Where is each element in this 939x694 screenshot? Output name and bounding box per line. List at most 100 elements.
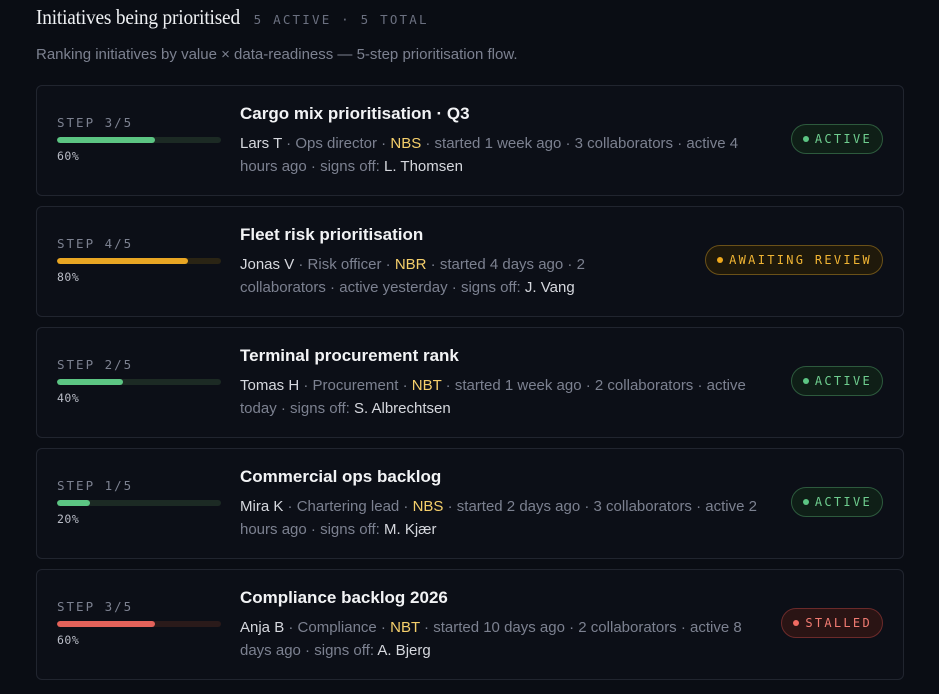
initiative-body: Terminal procurement rank Tomas H · Procu… [240,346,770,420]
owner-name: Lars T [240,135,282,152]
initiative-meta: Lars T · Ops director · NBS · started 1 … [240,135,739,175]
owner-name: Mira K [240,498,284,515]
status-badge: STALLED [781,608,883,638]
signs-off-label: signs off: [320,521,380,538]
step-progress: STEP 2/5 40% [57,357,221,405]
owner-name: Anja B [240,619,285,636]
initiative-meta: Anja B · Compliance · NBT · started 10 d… [240,619,742,659]
progress-track [57,258,221,264]
progress-fill [57,137,156,143]
started-time: started 4 days ago [439,256,564,273]
status-badge-label: ACTIVE [814,132,872,146]
started-time: started 10 days ago [433,619,565,636]
business-unit-code: NBT [390,619,420,636]
status-dot-icon [802,378,809,384]
status-badge-label: STALLED [805,616,872,630]
business-unit-code: NBS [412,498,444,515]
progress-fill [57,258,189,264]
status-badge-label: ACTIVE [814,374,872,388]
step-progress: STEP 1/5 20% [57,478,221,526]
step-progress: STEP 3/5 60% [57,599,221,647]
approver-name: S. Albrechtsen [353,400,451,417]
collaborator-count: 2 collaborators [578,619,677,636]
progress-track [57,500,221,506]
status-badge: AWAITING REVIEW [705,245,883,275]
progress-track [57,379,221,385]
step-progress: STEP 4/5 80% [57,236,221,284]
page-header: Initiatives being prioritised 5 ACTIVE ·… [36,0,903,36]
business-unit-code: NBR [394,256,427,273]
status-dot-icon [802,136,809,142]
status-badge-label: AWAITING REVIEW [729,253,872,267]
step-label: STEP 4/5 [57,236,134,251]
initiative-meta: Mira K · Chartering lead · NBS · started… [240,498,757,538]
business-unit-code: NBT [411,377,442,394]
progress-percent: 60% [57,149,80,163]
owner-name: Jonas V [240,256,295,273]
initiative-name[interactable]: Fleet risk prioritisation [240,225,615,249]
initiative-card[interactable]: STEP 3/5 60% Compliance backlog 2026 Anja B… [36,569,904,680]
progress-fill [57,379,123,385]
initiative-card[interactable]: STEP 1/5 20% Commercial ops backlog Mira K … [36,448,904,559]
approver-name: A. Bjerg [377,642,431,659]
started-time: started 1 week ago [454,377,582,394]
initiative-body: Fleet risk prioritisation Jonas V · Risk … [240,225,615,299]
initiative-name[interactable]: Cargo mix prioritisation · Q3 [240,104,770,128]
initiative-name[interactable]: Terminal procurement rank [240,346,770,370]
owner-role: Risk officer [307,256,382,273]
initiative-card[interactable]: STEP 2/5 40% Terminal procurement rank Toma… [36,327,904,438]
status-dot-icon [802,499,809,505]
initiative-body: Commercial ops backlog Mira K · Charterin… [240,467,770,541]
status-badge: ACTIVE [790,124,883,154]
owner-role: Procurement [312,377,399,394]
initiative-card[interactable]: STEP 3/5 60% Cargo mix prioritisation · Q3… [36,85,904,196]
progress-percent: 40% [57,391,80,405]
initiative-name[interactable]: Commercial ops backlog [240,467,770,491]
approver-name: M. Kjær [384,521,437,538]
step-label: STEP 1/5 [57,478,134,493]
step-label: STEP 3/5 [57,115,134,130]
progress-track [57,621,221,627]
business-unit-code: NBS [390,135,422,152]
step-progress: STEP 3/5 60% [57,115,221,163]
progress-percent: 20% [57,512,80,526]
initiative-body: Compliance backlog 2026 Anja B · Complian… [240,588,770,662]
signs-off-label: signs off: [290,400,350,417]
signs-off-label: signs off: [460,279,521,296]
initiative-list: STEP 3/5 60% Cargo mix prioritisation · Q3… [36,85,904,690]
signs-off-label: signs off: [314,642,374,659]
approver-name: J. Vang [524,279,575,296]
owner-name: Tomas H [240,377,300,394]
initiative-body: Cargo mix prioritisation · Q3 Lars T · Op… [240,104,770,178]
started-time: started 1 week ago [434,135,562,152]
progress-fill [57,621,156,627]
signs-off-label: signs off: [320,158,380,175]
step-label: STEP 3/5 [57,599,134,614]
owner-role: Ops director [295,135,378,152]
collaborator-count: 3 collaborators [574,135,674,152]
progress-fill [57,500,90,506]
status-dot-icon [717,257,724,263]
progress-percent: 60% [57,633,80,647]
collaborator-count: 3 collaborators [593,498,692,515]
collaborator-count: 2 collaborators [594,377,694,394]
status-badge: ACTIVE [790,487,883,517]
status-badge-label: ACTIVE [814,495,872,509]
status-dot-icon [793,620,800,626]
initiatives-page: Initiatives being prioritised 5 ACTIVE ·… [0,0,939,694]
approver-name: L. Thomsen [384,158,463,175]
step-label: STEP 2/5 [57,357,134,372]
initiative-name[interactable]: Compliance backlog 2026 [240,588,770,612]
last-activity: active yesterday [339,279,448,296]
progress-track [57,137,221,143]
page-title: Initiatives being prioritised [36,5,240,29]
initiative-meta: Tomas H · Procurement · NBT · started 1 … [240,377,746,417]
owner-role: Chartering lead [296,498,400,515]
started-time: started 2 days ago [456,498,581,515]
initiative-card[interactable]: STEP 4/5 80% Fleet risk prioritisation Jona… [36,206,904,317]
initiative-meta: Jonas V · Risk officer · NBR · started 4… [240,256,585,296]
initiative-counts: 5 ACTIVE · 5 TOTAL [253,12,429,27]
page-subtitle: Ranking initiatives by value × data-read… [36,46,518,63]
status-badge: ACTIVE [790,366,883,396]
progress-percent: 80% [57,270,80,284]
